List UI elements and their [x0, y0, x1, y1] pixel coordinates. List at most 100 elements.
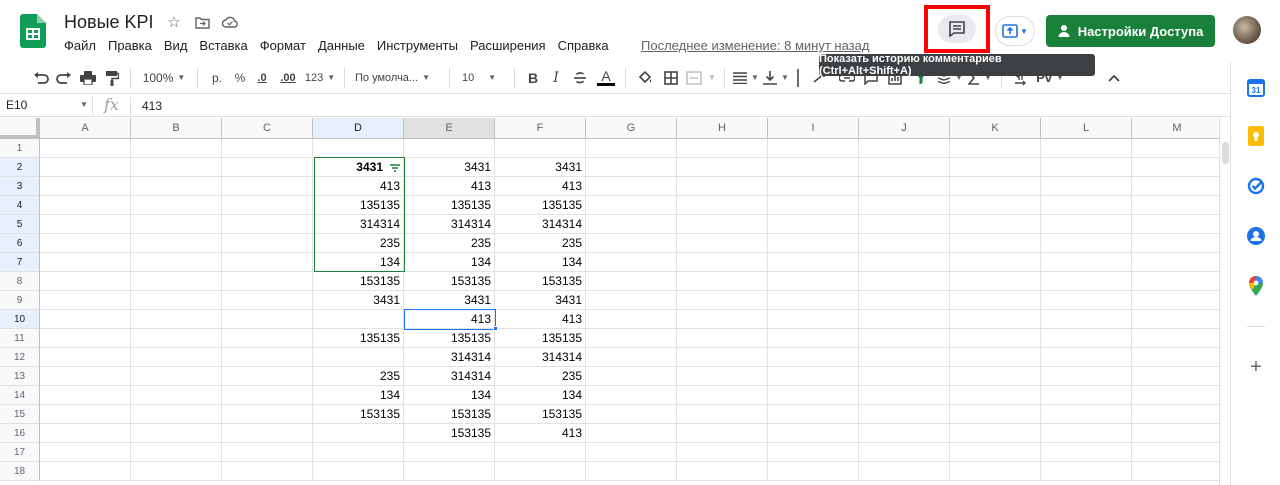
row-header-11[interactable]: 11: [0, 329, 40, 348]
cell-m15[interactable]: [1132, 405, 1219, 424]
row-header-2[interactable]: 2: [0, 158, 40, 177]
cell-k10[interactable]: [950, 310, 1041, 329]
cell-i16[interactable]: [768, 424, 859, 443]
cell-f12[interactable]: 314314: [495, 348, 586, 367]
cell-g2[interactable]: [586, 158, 677, 177]
cell-b15[interactable]: [131, 405, 222, 424]
cell-a5[interactable]: [40, 215, 131, 234]
menu-format[interactable]: Формат: [254, 36, 312, 55]
cell-g18[interactable]: [586, 462, 677, 481]
cell-b8[interactable]: [131, 272, 222, 291]
cell-m7[interactable]: [1132, 253, 1219, 272]
decrease-decimal-button[interactable]: .0: [250, 66, 274, 90]
cell-e17[interactable]: [404, 443, 495, 462]
cell-j5[interactable]: [859, 215, 950, 234]
column-header-b[interactable]: B: [131, 118, 222, 139]
cell-g16[interactable]: [586, 424, 677, 443]
cell-e5[interactable]: 314314: [404, 215, 495, 234]
cell-e3[interactable]: 413: [404, 177, 495, 196]
cell-b14[interactable]: [131, 386, 222, 405]
cell-i17[interactable]: [768, 443, 859, 462]
text-wrap-icon[interactable]: [791, 66, 805, 90]
row-header-12[interactable]: 12: [0, 348, 40, 367]
cell-i1[interactable]: [768, 139, 859, 158]
column-header-k[interactable]: K: [950, 118, 1041, 139]
cell-e9[interactable]: 3431: [404, 291, 495, 310]
zoom-select[interactable]: 100% ▼: [137, 66, 191, 90]
cell-f3[interactable]: 413: [495, 177, 586, 196]
cell-i5[interactable]: [768, 215, 859, 234]
row-header-5[interactable]: 5: [0, 215, 40, 234]
cell-m9[interactable]: [1132, 291, 1219, 310]
cell-a12[interactable]: [40, 348, 131, 367]
cell-m11[interactable]: [1132, 329, 1219, 348]
cell-l6[interactable]: [1041, 234, 1132, 253]
cell-j4[interactable]: [859, 196, 950, 215]
filter-applied-icon[interactable]: [390, 164, 400, 175]
cell-h6[interactable]: [677, 234, 768, 253]
collapse-toolbar-icon[interactable]: [1104, 66, 1124, 90]
cell-h13[interactable]: [677, 367, 768, 386]
cell-k2[interactable]: [950, 158, 1041, 177]
row-header-18[interactable]: 18: [0, 462, 40, 481]
cell-i8[interactable]: [768, 272, 859, 291]
cell-d17[interactable]: [313, 443, 404, 462]
cell-c5[interactable]: [222, 215, 313, 234]
cell-l12[interactable]: [1041, 348, 1132, 367]
cell-d7[interactable]: 134: [313, 253, 404, 272]
cell-g1[interactable]: [586, 139, 677, 158]
cell-l18[interactable]: [1041, 462, 1132, 481]
cell-h2[interactable]: [677, 158, 768, 177]
cell-k4[interactable]: [950, 196, 1041, 215]
cell-k12[interactable]: [950, 348, 1041, 367]
cell-i14[interactable]: [768, 386, 859, 405]
cell-a15[interactable]: [40, 405, 131, 424]
cell-d16[interactable]: [313, 424, 404, 443]
cell-b11[interactable]: [131, 329, 222, 348]
menu-file[interactable]: Файл: [58, 36, 102, 55]
cell-j10[interactable]: [859, 310, 950, 329]
menu-tools[interactable]: Инструменты: [371, 36, 464, 55]
cloud-status-icon[interactable]: [220, 12, 240, 32]
cell-f11[interactable]: 135135: [495, 329, 586, 348]
cell-m14[interactable]: [1132, 386, 1219, 405]
cell-g12[interactable]: [586, 348, 677, 367]
last-edit-link[interactable]: Последнее изменение: 8 минут назад: [641, 38, 869, 53]
star-icon[interactable]: ☆: [164, 12, 184, 32]
cell-m10[interactable]: [1132, 310, 1219, 329]
cell-c13[interactable]: [222, 367, 313, 386]
cell-d10[interactable]: [313, 310, 404, 329]
cell-l15[interactable]: [1041, 405, 1132, 424]
cell-m12[interactable]: [1132, 348, 1219, 367]
cell-c16[interactable]: [222, 424, 313, 443]
cell-f16[interactable]: 413: [495, 424, 586, 443]
cell-l7[interactable]: [1041, 253, 1132, 272]
share-button[interactable]: Настройки Доступа: [1046, 15, 1215, 47]
cell-l4[interactable]: [1041, 196, 1132, 215]
cell-i13[interactable]: [768, 367, 859, 386]
cell-d14[interactable]: 134: [313, 386, 404, 405]
cell-f9[interactable]: 3431: [495, 291, 586, 310]
contacts-icon[interactable]: [1246, 226, 1266, 246]
cell-a11[interactable]: [40, 329, 131, 348]
cell-d12[interactable]: [313, 348, 404, 367]
cell-f8[interactable]: 153135: [495, 272, 586, 291]
row-header-17[interactable]: 17: [0, 443, 40, 462]
cell-g10[interactable]: [586, 310, 677, 329]
row-header-6[interactable]: 6: [0, 234, 40, 253]
cell-c11[interactable]: [222, 329, 313, 348]
cell-j12[interactable]: [859, 348, 950, 367]
row-header-15[interactable]: 15: [0, 405, 40, 424]
cell-j11[interactable]: [859, 329, 950, 348]
cell-g13[interactable]: [586, 367, 677, 386]
cell-g15[interactable]: [586, 405, 677, 424]
cell-j17[interactable]: [859, 443, 950, 462]
cell-h16[interactable]: [677, 424, 768, 443]
cell-l13[interactable]: [1041, 367, 1132, 386]
row-header-4[interactable]: 4: [0, 196, 40, 215]
menu-insert[interactable]: Вставка: [193, 36, 253, 55]
cell-l17[interactable]: [1041, 443, 1132, 462]
cell-i7[interactable]: [768, 253, 859, 272]
cell-j16[interactable]: [859, 424, 950, 443]
cell-k15[interactable]: [950, 405, 1041, 424]
